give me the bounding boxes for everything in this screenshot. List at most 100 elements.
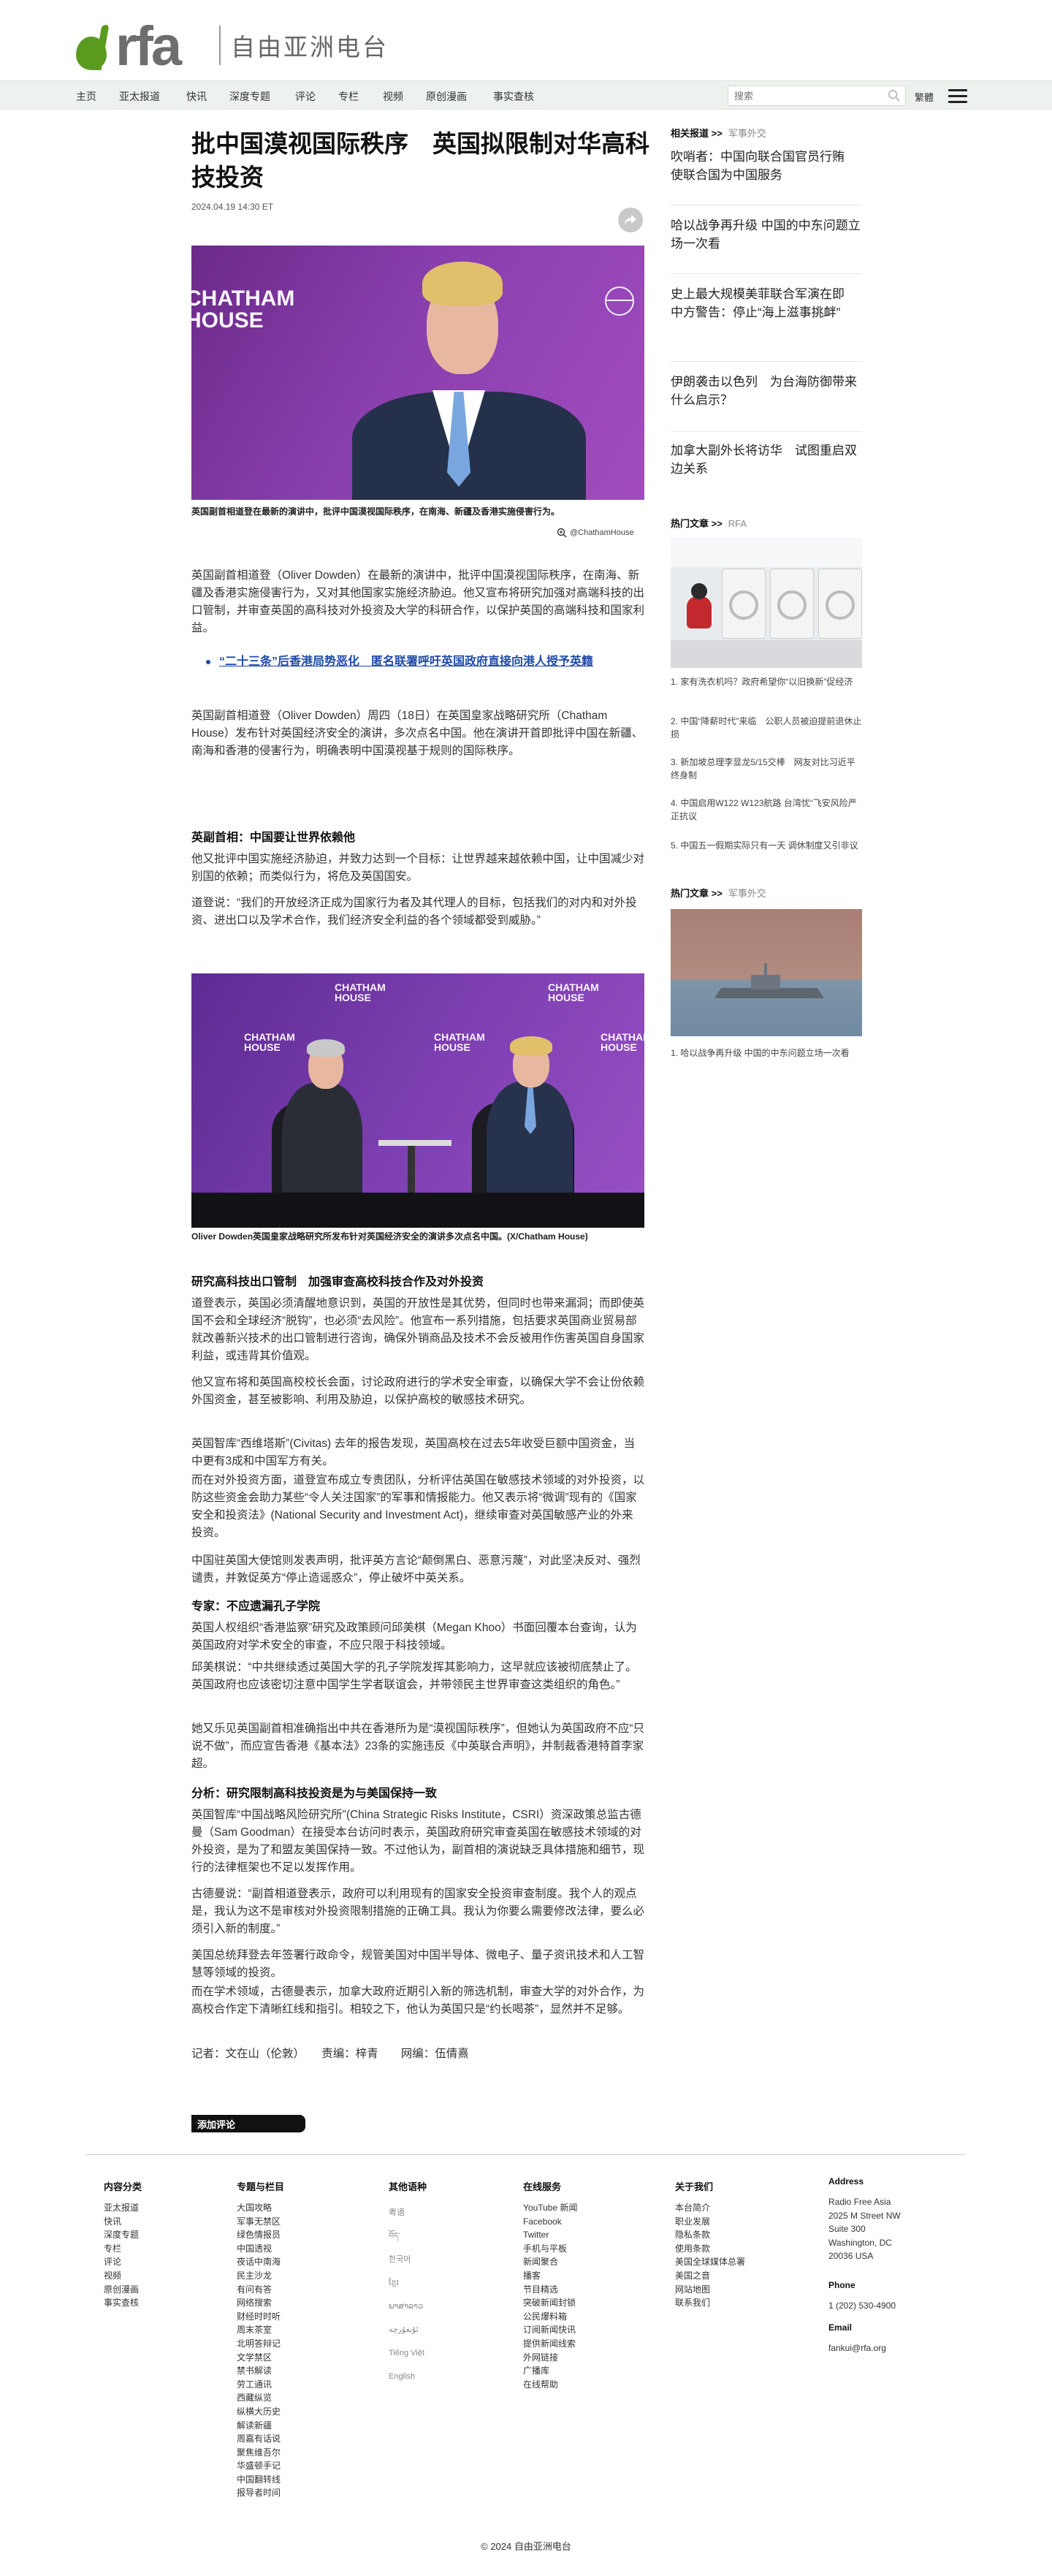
language-link[interactable]: བོད་ xyxy=(389,2224,424,2248)
footer-link[interactable]: 使用条款 xyxy=(675,2242,745,2256)
footer-link[interactable]: 网络搜索 xyxy=(237,2296,281,2310)
footer-link[interactable]: 网站地图 xyxy=(675,2283,745,2297)
nav-item-column[interactable]: 专栏 xyxy=(338,89,359,104)
hot-article-item[interactable]: 1. 家有洗衣机吗？政府希望你“以旧换新”促经济 xyxy=(671,675,862,688)
site-logo[interactable]: rfa 自由亚洲电台 xyxy=(76,15,389,77)
footer-link[interactable]: 大国攻略 xyxy=(237,2201,281,2215)
sidebar-related-link[interactable]: 吹哨者：中国向联合国官员行贿 使联合国为中国服务 xyxy=(671,148,862,184)
hot-article-item[interactable]: 4. 中国启用W122 W123航路 台湾忧“飞安风险严正抗议 xyxy=(671,797,862,823)
footer-link[interactable]: 周嘉有话说 xyxy=(237,2432,281,2446)
footer-link[interactable]: 军事无禁区 xyxy=(237,2215,281,2229)
footer-link[interactable]: 视频 xyxy=(104,2269,139,2283)
share-icon[interactable] xyxy=(618,208,643,232)
footer-link[interactable]: 中国透视 xyxy=(237,2242,281,2256)
footer-link[interactable]: 订阅新闻快讯 xyxy=(523,2323,578,2337)
footer-link[interactable]: 西藏纵览 xyxy=(237,2391,281,2405)
article-paragraph: 道登说：“我们的开放经济正成为国家行为者及其代理人的目标，包括我们的对内和对外投… xyxy=(191,897,637,927)
nav-item-home[interactable]: 主页 xyxy=(76,89,96,104)
hot-article-item[interactable]: 5. 中国五一假期实际只有一天 调休制度又引非议 xyxy=(671,839,862,852)
search-icon[interactable] xyxy=(888,89,901,102)
footer-link[interactable]: 职业发展 xyxy=(675,2215,745,2229)
footer-link[interactable]: 中国翻转线 xyxy=(237,2473,281,2487)
footer-link[interactable]: 联系我们 xyxy=(675,2296,745,2310)
footer-link[interactable]: 手机与平板 xyxy=(523,2242,578,2256)
footer-link[interactable]: 民主沙龙 xyxy=(237,2269,281,2283)
sidebar-related-link[interactable]: 哈以战争再升级 中国的中东问题立场一次看 xyxy=(671,216,862,253)
related-article-link[interactable]: “二十三条”后香港局势恶化 匿名联署呼吁英国政府直接向港人授予英籍 xyxy=(219,653,643,671)
zoom-icon[interactable] xyxy=(557,528,567,538)
footer-link[interactable]: 突破新闻封锁 xyxy=(523,2296,578,2310)
add-comment-button[interactable]: 添加评论 xyxy=(191,2115,305,2132)
hot-articles-link[interactable]: 热门文章 >> xyxy=(671,518,723,529)
language-link[interactable]: ខ្មែរ xyxy=(389,2271,424,2295)
footer-link[interactable]: 绿色情报员 xyxy=(237,2228,281,2242)
nav-item-flash[interactable]: 快讯 xyxy=(186,89,207,104)
left-person-hair xyxy=(307,1039,345,1057)
footer-link[interactable]: 外网链接 xyxy=(523,2351,578,2365)
footer-link[interactable]: 原创漫画 xyxy=(104,2283,139,2297)
nav-item-asia-pacific[interactable]: 亚太报道 xyxy=(119,89,160,104)
footer-link[interactable]: 深度专题 xyxy=(104,2228,139,2242)
footer-link[interactable]: 周末茶室 xyxy=(237,2323,281,2337)
footer-link[interactable]: Facebook xyxy=(523,2215,578,2229)
sidebar-related-link[interactable]: 伊朗袭击以色列 为台海防御带来什么启示？ xyxy=(671,373,862,409)
footer-link[interactable]: 新闻聚合 xyxy=(523,2255,578,2269)
language-link[interactable]: Tiếng Việt xyxy=(389,2341,424,2365)
language-link[interactable]: 粤语 xyxy=(389,2201,424,2224)
search-input[interactable] xyxy=(728,86,874,105)
footer-link[interactable]: 纵横大历史 xyxy=(237,2405,281,2419)
hot-article-item[interactable]: 3. 新加坡总理李显龙5/15交棒 网友对比习近平终身制 xyxy=(671,756,862,782)
nav-item-in-depth[interactable]: 深度专题 xyxy=(229,89,270,104)
footer-link[interactable]: 美国全球媒体总署 xyxy=(675,2255,745,2269)
footer-link[interactable]: Twitter xyxy=(523,2228,578,2242)
language-toggle[interactable]: 繁體 xyxy=(915,90,934,104)
footer-link[interactable]: 专栏 xyxy=(104,2242,139,2256)
hot-article-item[interactable]: 2. 中国“降薪时代”来临 公职人员被迫提前退休止损 xyxy=(671,715,862,741)
footer-link[interactable]: 有问有答 xyxy=(237,2283,281,2297)
footer-link[interactable]: YouTube 新闻 xyxy=(523,2201,578,2215)
footer-link[interactable]: 亚太报道 xyxy=(104,2201,139,2215)
footer-link[interactable]: 北明答辩记 xyxy=(237,2337,281,2351)
language-link[interactable]: English xyxy=(389,2365,424,2388)
footer-link[interactable]: 解读新疆 xyxy=(237,2419,281,2433)
site-header: rfa 自由亚洲电台 xyxy=(0,0,1052,80)
language-link[interactable]: 한국어 xyxy=(389,2248,424,2271)
footer-link[interactable]: 劳工通讯 xyxy=(237,2378,281,2392)
menu-icon[interactable] xyxy=(948,89,967,104)
footer-link[interactable]: 播客 xyxy=(523,2269,578,2283)
footer-email[interactable]: fankui@rfa.org xyxy=(828,2341,886,2355)
footer-link[interactable]: 提供新闻线索 xyxy=(523,2337,578,2351)
sidebar-related-link[interactable]: 史上最大规模美菲联合军演在即 中方警告：停止“海上滋事挑衅” xyxy=(671,285,862,322)
related-reports-link[interactable]: 相关报道 >> xyxy=(671,128,723,139)
hot-articles-link[interactable]: 热门文章 >> xyxy=(671,888,723,899)
footer-link[interactable]: 广播库 xyxy=(523,2364,578,2378)
hot-article-image-warship[interactable] xyxy=(671,909,862,1036)
footer-link[interactable]: 华盛顿手记 xyxy=(237,2459,281,2473)
hot-article-item[interactable]: 1. 哈以战争再升级 中国的中东问题立场一次看 xyxy=(671,1046,862,1060)
nav-item-fact-check[interactable]: 事实查核 xyxy=(493,89,534,104)
nav-item-opinion[interactable]: 评论 xyxy=(295,89,316,104)
footer-link[interactable]: 聚焦维吾尔 xyxy=(237,2446,281,2460)
footer-link[interactable]: 文学禁区 xyxy=(237,2351,281,2365)
language-link[interactable]: ئۇيغۇرچە xyxy=(389,2318,424,2341)
nav-item-video[interactable]: 视频 xyxy=(383,89,403,104)
language-link[interactable]: ພາສາລາວ xyxy=(389,2295,424,2318)
footer-link[interactable]: 本台简介 xyxy=(675,2201,745,2215)
footer-link[interactable]: 节目精选 xyxy=(523,2283,578,2297)
footer-link[interactable]: 报导者时间 xyxy=(237,2486,281,2500)
nav-item-comics[interactable]: 原创漫画 xyxy=(426,89,467,104)
footer-phone[interactable]: 1 (202) 530-4900 xyxy=(828,2299,896,2313)
hot-article-image-washers[interactable] xyxy=(671,538,862,668)
footer-link[interactable]: 快讯 xyxy=(104,2215,139,2229)
footer-link[interactable]: 评论 xyxy=(104,2255,139,2269)
footer-link[interactable]: 美国之音 xyxy=(675,2269,745,2283)
footer-link[interactable]: 公民爆料箱 xyxy=(523,2310,578,2324)
address-line: Suite 300 xyxy=(828,2224,866,2235)
footer-link[interactable]: 隐私条款 xyxy=(675,2228,745,2242)
footer-link[interactable]: 事实查核 xyxy=(104,2296,139,2310)
footer-link[interactable]: 财经时时听 xyxy=(237,2310,281,2324)
footer-link[interactable]: 夜话中南海 xyxy=(237,2255,281,2269)
sidebar-related-link[interactable]: 加拿大副外长将访华 试图重启双边关系 xyxy=(671,441,862,478)
footer-link[interactable]: 在线帮助 xyxy=(523,2378,578,2392)
footer-link[interactable]: 禁书解读 xyxy=(237,2364,281,2378)
